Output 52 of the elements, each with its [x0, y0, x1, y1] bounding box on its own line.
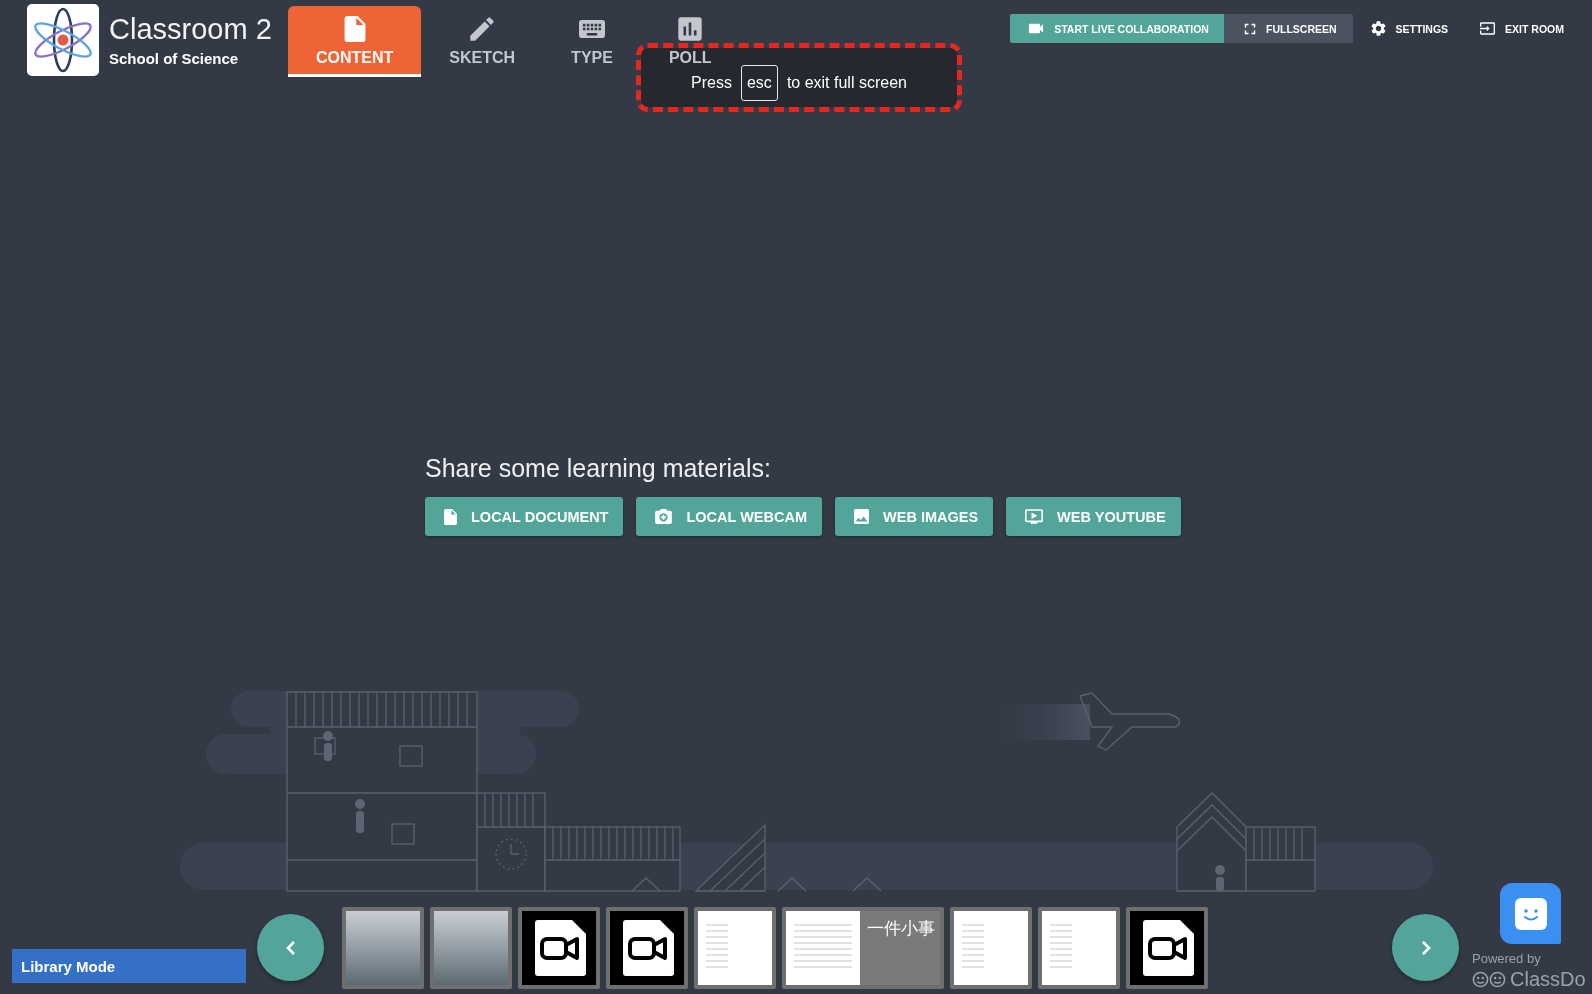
powered-by-text: Powered by: [1472, 951, 1541, 966]
pencil-icon: [469, 16, 496, 42]
next-button[interactable]: [1392, 914, 1459, 981]
settings-button[interactable]: SETTINGS: [1352, 14, 1463, 43]
library-mode-button[interactable]: Library Mode: [12, 949, 246, 983]
classroom-title: Classroom 2: [109, 13, 272, 46]
bar-chart-icon: [677, 16, 704, 42]
page-preview-icon: [698, 911, 772, 985]
chevron-right-icon: [1420, 939, 1431, 956]
video-camera-icon: [1028, 23, 1045, 34]
library-thumbnail[interactable]: 一件小事: [782, 907, 944, 989]
fullscreen-button[interactable]: FULLSCREEN: [1223, 14, 1353, 43]
library-thumbnail[interactable]: [950, 907, 1032, 989]
camera-icon: [655, 509, 673, 524]
video-file-icon: [522, 911, 596, 985]
chevron-left-icon: [285, 939, 296, 956]
chat-button[interactable]: [1500, 883, 1561, 944]
web-images-button[interactable]: WEB IMAGES: [835, 497, 994, 536]
mode-tab[interactable]: CONTENT: [288, 6, 422, 77]
video-screen-icon: [1025, 509, 1044, 524]
library-thumbnail[interactable]: [518, 907, 600, 989]
notice-text: to exit full screen: [786, 72, 907, 93]
image-icon: [854, 509, 870, 524]
video-file-icon: [1130, 911, 1204, 985]
exit-room-button[interactable]: EXIT ROOM: [1462, 14, 1578, 43]
start-collaboration-button[interactable]: START LIVE COLLABORATION: [1010, 14, 1224, 43]
library-thumbnail[interactable]: [694, 907, 776, 989]
library-thumbnail[interactable]: [606, 907, 688, 989]
library-thumbnail[interactable]: [1038, 907, 1120, 989]
mode-tab[interactable]: TYPE: [543, 6, 641, 77]
two-faces-logo-icon: [1472, 970, 1506, 988]
arrow-into-box-icon: [1480, 22, 1496, 35]
smiley-icon: [1514, 897, 1547, 930]
previous-button[interactable]: [257, 914, 324, 981]
page-preview-icon: [954, 911, 1028, 985]
thumbnail-title: 一件小事: [866, 917, 935, 939]
document-icon: [444, 508, 457, 525]
esc-key: esc: [740, 64, 778, 101]
local-document-button[interactable]: LOCAL DOCUMENT: [425, 497, 624, 536]
mode-tab[interactable]: SKETCH: [421, 6, 544, 77]
settings-icon: [1370, 21, 1386, 36]
share-prompt: Share some learning materials:: [425, 453, 771, 483]
school-name: School of Science: [109, 49, 239, 69]
page-preview-icon: [786, 911, 860, 985]
video-file-icon: [610, 911, 684, 985]
brand-name: ClassDo: [1510, 968, 1586, 990]
library-thumbnail[interactable]: [1126, 907, 1208, 989]
atom-logo-icon: [27, 4, 99, 76]
web-youtube-button[interactable]: WEB YOUTUBE: [1006, 497, 1181, 536]
fullscreen-icon: [1243, 22, 1256, 35]
page-preview-icon: [1042, 911, 1116, 985]
local-webcam-button[interactable]: LOCAL WEBCAM: [636, 497, 823, 536]
